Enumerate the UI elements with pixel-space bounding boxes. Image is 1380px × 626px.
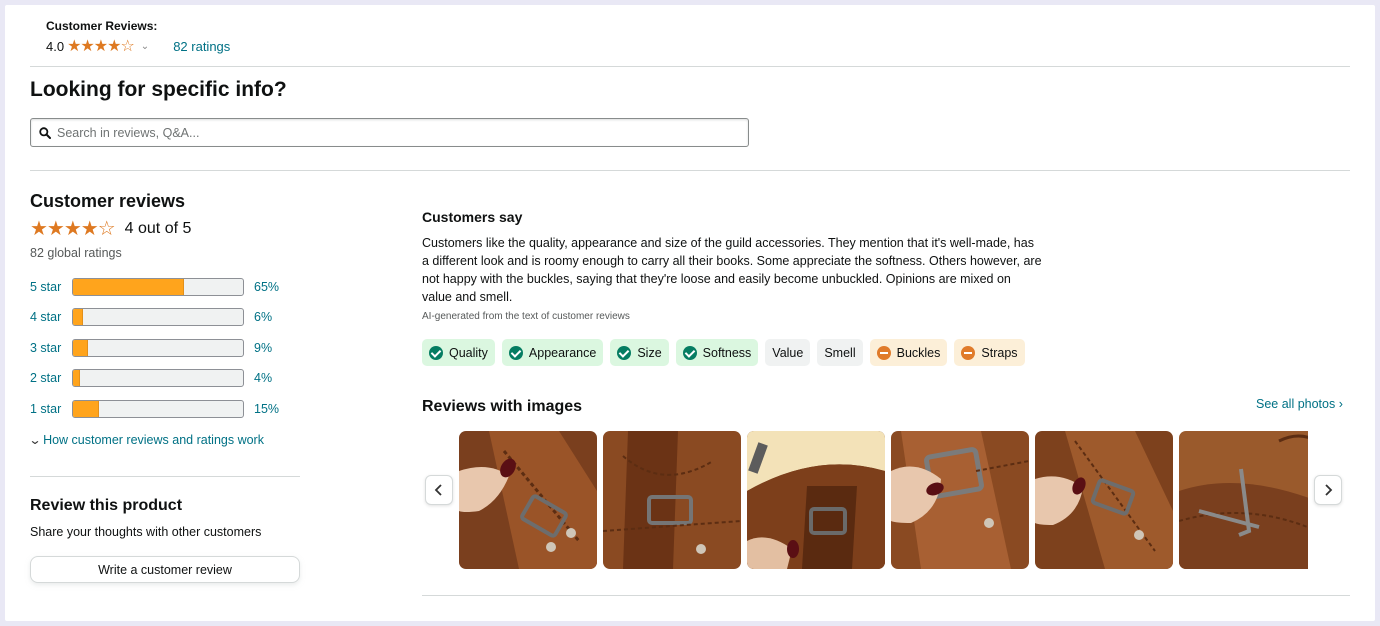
chip-label: Softness [702, 345, 752, 360]
divider [422, 595, 1350, 596]
histogram-row-4[interactable]: 4 star 6% [30, 308, 300, 326]
reviews-summary: Customer Reviews: 4.0 ★★★★☆ ⌄ 82 ratings [46, 19, 230, 55]
chip-label: Quality [449, 345, 488, 360]
divider [30, 170, 1350, 171]
chevron-down-icon[interactable]: ⌄ [141, 41, 149, 52]
review-product-subtitle: Share your thoughts with other customers [30, 525, 262, 539]
histogram-label[interactable]: 4 star [30, 310, 72, 324]
leather-bag-photo [459, 431, 597, 569]
check-circle-icon [508, 345, 523, 360]
chip-label: Size [637, 345, 662, 360]
histogram-percent[interactable]: 15% [254, 402, 279, 416]
chip-softness[interactable]: Softness [675, 339, 759, 366]
divider [30, 66, 1350, 67]
overall-stars: ★★★★☆ [30, 218, 116, 240]
histogram-percent[interactable]: 4% [254, 371, 272, 385]
review-search-box[interactable] [30, 118, 749, 147]
check-circle-icon [682, 345, 697, 360]
leather-bag-photo [747, 431, 885, 569]
histogram-bar-fill [73, 370, 80, 386]
histogram-row-2[interactable]: 2 star 4% [30, 369, 300, 387]
search-input[interactable] [57, 125, 737, 140]
check-circle-icon [617, 345, 632, 360]
how-reviews-work-text[interactable]: How customer reviews and ratings work [43, 433, 264, 447]
histogram-label[interactable]: 2 star [30, 371, 72, 385]
chip-quality[interactable]: Quality [422, 339, 495, 366]
chevron-left-icon [434, 484, 442, 496]
histogram-row-5[interactable]: 5 star 65% [30, 278, 300, 296]
histogram-bar[interactable] [72, 369, 244, 387]
minus-circle-icon [961, 345, 976, 360]
chip-smell[interactable]: Smell [817, 339, 863, 366]
carousel-next-button[interactable] [1314, 475, 1342, 505]
chip-label: Smell [824, 345, 856, 360]
review-image-thumbnail[interactable] [1035, 431, 1173, 569]
histogram-label[interactable]: 1 star [30, 402, 72, 416]
check-circle-icon [429, 345, 443, 360]
divider [30, 476, 300, 477]
summary-score: 4.0 [46, 38, 65, 54]
histogram-bar[interactable] [72, 308, 244, 326]
histogram-bar-fill [73, 340, 89, 356]
overall-out-of: 4 out of 5 [124, 219, 192, 237]
histogram-label[interactable]: 5 star [30, 280, 72, 294]
see-all-photos-link[interactable]: See all photos › [1256, 397, 1343, 411]
review-images-carousel [459, 431, 1308, 569]
chip-label: Buckles [896, 345, 941, 360]
chip-label: Value [772, 345, 804, 360]
how-reviews-work-link[interactable]: ⌄How customer reviews and ratings work [28, 433, 264, 447]
chip-label: Straps [981, 345, 1018, 360]
chip-value[interactable]: Value [765, 339, 811, 366]
histogram-label[interactable]: 3 star [30, 341, 72, 355]
histogram-bar-fill [73, 309, 84, 325]
histogram-bar[interactable] [72, 400, 244, 418]
histogram-percent[interactable]: 6% [254, 310, 272, 324]
histogram-row-1[interactable]: 1 star 15% [30, 400, 300, 418]
review-product-title: Review this product [30, 497, 183, 514]
ai-generated-note: AI-generated from the text of customer r… [422, 311, 630, 322]
carousel-prev-button[interactable] [425, 475, 453, 505]
summary-stars[interactable]: ★★★★☆ [67, 36, 135, 56]
ratings-link[interactable]: 82 ratings [173, 39, 230, 54]
histogram-bar[interactable] [72, 339, 244, 357]
histogram-bar-fill [73, 279, 184, 295]
histogram-percent[interactable]: 9% [254, 341, 272, 355]
histogram-bar[interactable] [72, 278, 244, 296]
summary-title: Customer Reviews: [46, 19, 158, 33]
chip-label: Appearance [528, 345, 597, 360]
search-icon [39, 126, 51, 139]
chip-size[interactable]: Size [610, 339, 669, 366]
review-image-thumbnail[interactable] [891, 431, 1029, 569]
search-heading: Looking for specific info? [30, 78, 287, 101]
customers-say-title: Customers say [422, 209, 523, 225]
review-image-thumbnail[interactable] [603, 431, 741, 569]
histogram-bar-fill [73, 401, 99, 417]
customers-say-summary: Customers like the quality, appearance a… [422, 236, 1042, 304]
customer-reviews-title: Customer reviews [30, 191, 186, 211]
review-image-thumbnail[interactable] [747, 431, 885, 569]
leather-bag-photo [1179, 431, 1308, 569]
summary-rating-row: 4.0 ★★★★☆ ⌄ 82 ratings [46, 36, 230, 56]
overall-rating: ★★★★☆ 4 out of 5 [30, 216, 191, 241]
global-ratings: 82 global ratings [30, 246, 122, 260]
review-image-thumbnail[interactable] [459, 431, 597, 569]
reviews-with-images-title: Reviews with images [422, 398, 583, 415]
chip-straps[interactable]: Straps [954, 339, 1025, 366]
minus-circle-icon [876, 345, 891, 360]
histogram-row-3[interactable]: 3 star 9% [30, 339, 300, 357]
review-image-thumbnail[interactable] [1179, 431, 1308, 569]
chip-buckles[interactable]: Buckles [869, 339, 948, 366]
chevron-down-icon: ⌄ [28, 433, 42, 447]
chevron-right-icon [1325, 484, 1333, 496]
histogram-percent[interactable]: 65% [254, 280, 279, 294]
leather-bag-photo [1035, 431, 1173, 569]
leather-bag-photo [603, 431, 741, 569]
leather-bag-photo [891, 431, 1029, 569]
aspect-chips: Quality Appearance Size Softness Value S… [422, 339, 1025, 366]
chip-appearance[interactable]: Appearance [501, 339, 604, 366]
write-review-button[interactable]: Write a customer review [30, 556, 300, 583]
